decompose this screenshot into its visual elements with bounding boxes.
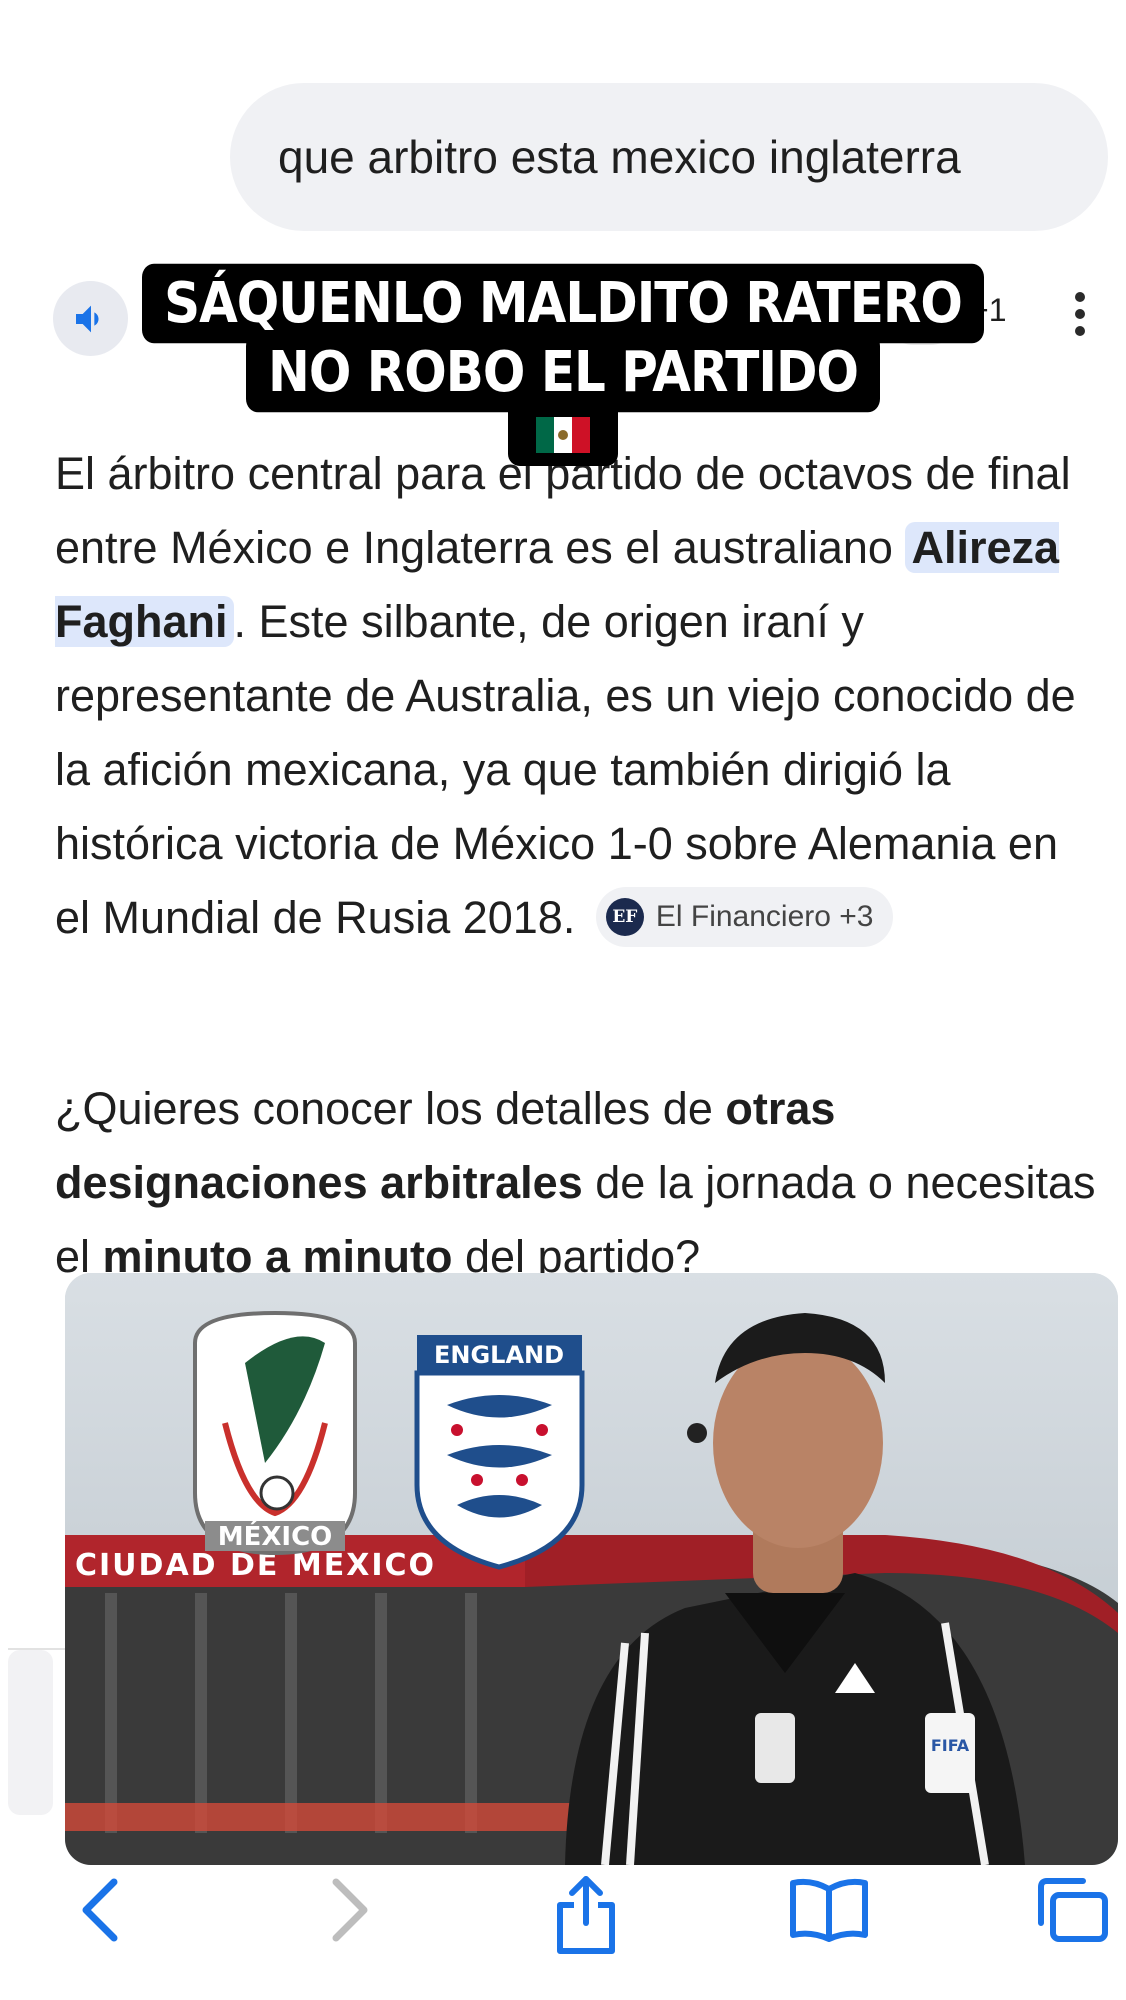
partial-card <box>8 1650 53 1815</box>
query-text: que arbitro esta mexico inglaterra <box>278 131 961 183</box>
caption-line-1: SÁQUENLO MALDITO RATERO <box>142 263 984 344</box>
share-icon[interactable] <box>550 1865 622 1965</box>
tabs-icon[interactable] <box>1030 1865 1116 1955</box>
browser-toolbar <box>0 1865 1126 2000</box>
mexico-label: MÉXICO <box>218 1520 333 1552</box>
mexico-crest: MÉXICO <box>193 1310 357 1556</box>
source-chip-label: El Financiero +3 <box>655 900 874 934</box>
followup-question: ¿Quieres conocer los detalles de otras d… <box>55 1083 1096 1282</box>
bookmarks-icon[interactable] <box>786 1865 872 1955</box>
caption-overlay: SÁQUENLO MALDITO RATERO NO ROBO EL PARTI… <box>0 263 1126 466</box>
fifa-badge-text: FIFA <box>931 1736 970 1755</box>
england-label: ENGLAND <box>434 1341 564 1369</box>
ai-answer: El árbitro central para el partido de oc… <box>55 437 1105 955</box>
england-crest: ENGLAND <box>414 1335 585 1570</box>
caption-line-2: NO ROBO EL PARTIDO <box>246 332 880 413</box>
answer-text-b: . Este silbante, de origen iraní y repre… <box>55 596 1076 943</box>
back-icon[interactable] <box>70 1865 130 1955</box>
thumbnail-illustration: CIUDAD DE MÉXICO MÉXICO ENGLAND FIFA <box>65 1273 1118 1865</box>
source-chip[interactable]: EF El Financiero +3 <box>595 887 894 948</box>
query-bubble[interactable]: que arbitro esta mexico inglaterra <box>230 83 1108 231</box>
el-financiero-logo: EF <box>605 898 644 937</box>
mexico-flag-icon <box>508 404 618 466</box>
match-thumbnail: CIUDAD DE MÉXICO MÉXICO ENGLAND FIFA <box>65 1273 1118 1865</box>
forward-icon[interactable] <box>320 1865 380 1955</box>
